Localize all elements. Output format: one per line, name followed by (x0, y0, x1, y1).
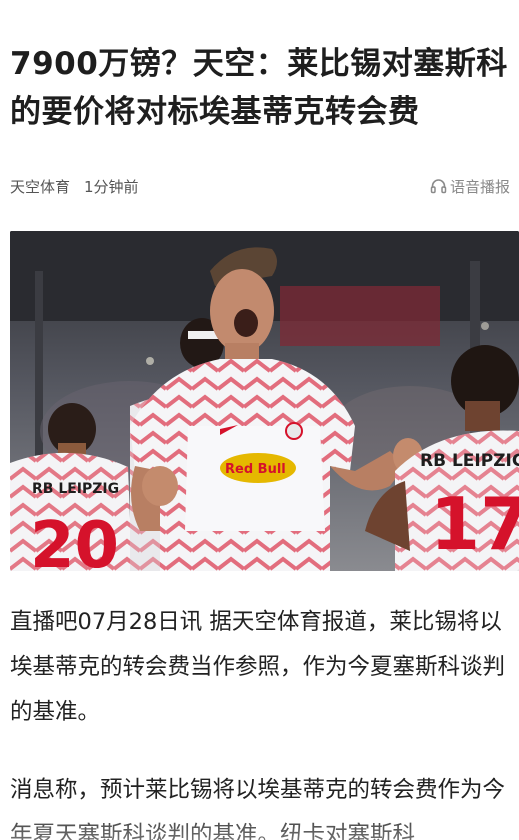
article-paragraph: 消息称，预计莱比锡将以埃基蒂克的转会费作为今年夏天塞斯科谈判的基准。纽卡对塞斯科 (10, 777, 506, 840)
article-paragraph: 直播吧07月28日讯 据天空体育报道，莱比锡将以埃基蒂克的转会费当作参照，作为今… (10, 609, 506, 725)
svg-text:17: 17 (430, 482, 519, 566)
svg-text:Red Bull: Red Bull (225, 462, 286, 477)
svg-text:RB LEIPZIG: RB LEIPZIG (420, 451, 519, 471)
svg-text:RB LEIPZIG: RB LEIPZIG (32, 481, 119, 497)
article-page: 7900万镑？天空：莱比锡对塞斯科的要价将对标埃基蒂克转会费 天空体育 1分钟前… (0, 0, 519, 840)
headphones-icon (430, 179, 447, 194)
voice-broadcast-button[interactable]: 语音播报 (430, 172, 510, 200)
article-source[interactable]: 天空体育 (10, 176, 70, 197)
article-photo[interactable]: RB LEIPZIG 20 Red Bull RB LEIPZIG 17 (10, 231, 519, 571)
article-meta: 天空体育 1分钟前 语音播报 (10, 172, 510, 200)
article-title: 7900万镑？天空：莱比锡对塞斯科的要价将对标埃基蒂克转会费 (10, 46, 508, 130)
photo-illustration: RB LEIPZIG 20 Red Bull RB LEIPZIG 17 (10, 231, 519, 571)
voice-broadcast-label: 语音播报 (449, 177, 510, 196)
article-time: 1分钟前 (84, 177, 139, 196)
svg-text:20: 20 (30, 509, 119, 571)
